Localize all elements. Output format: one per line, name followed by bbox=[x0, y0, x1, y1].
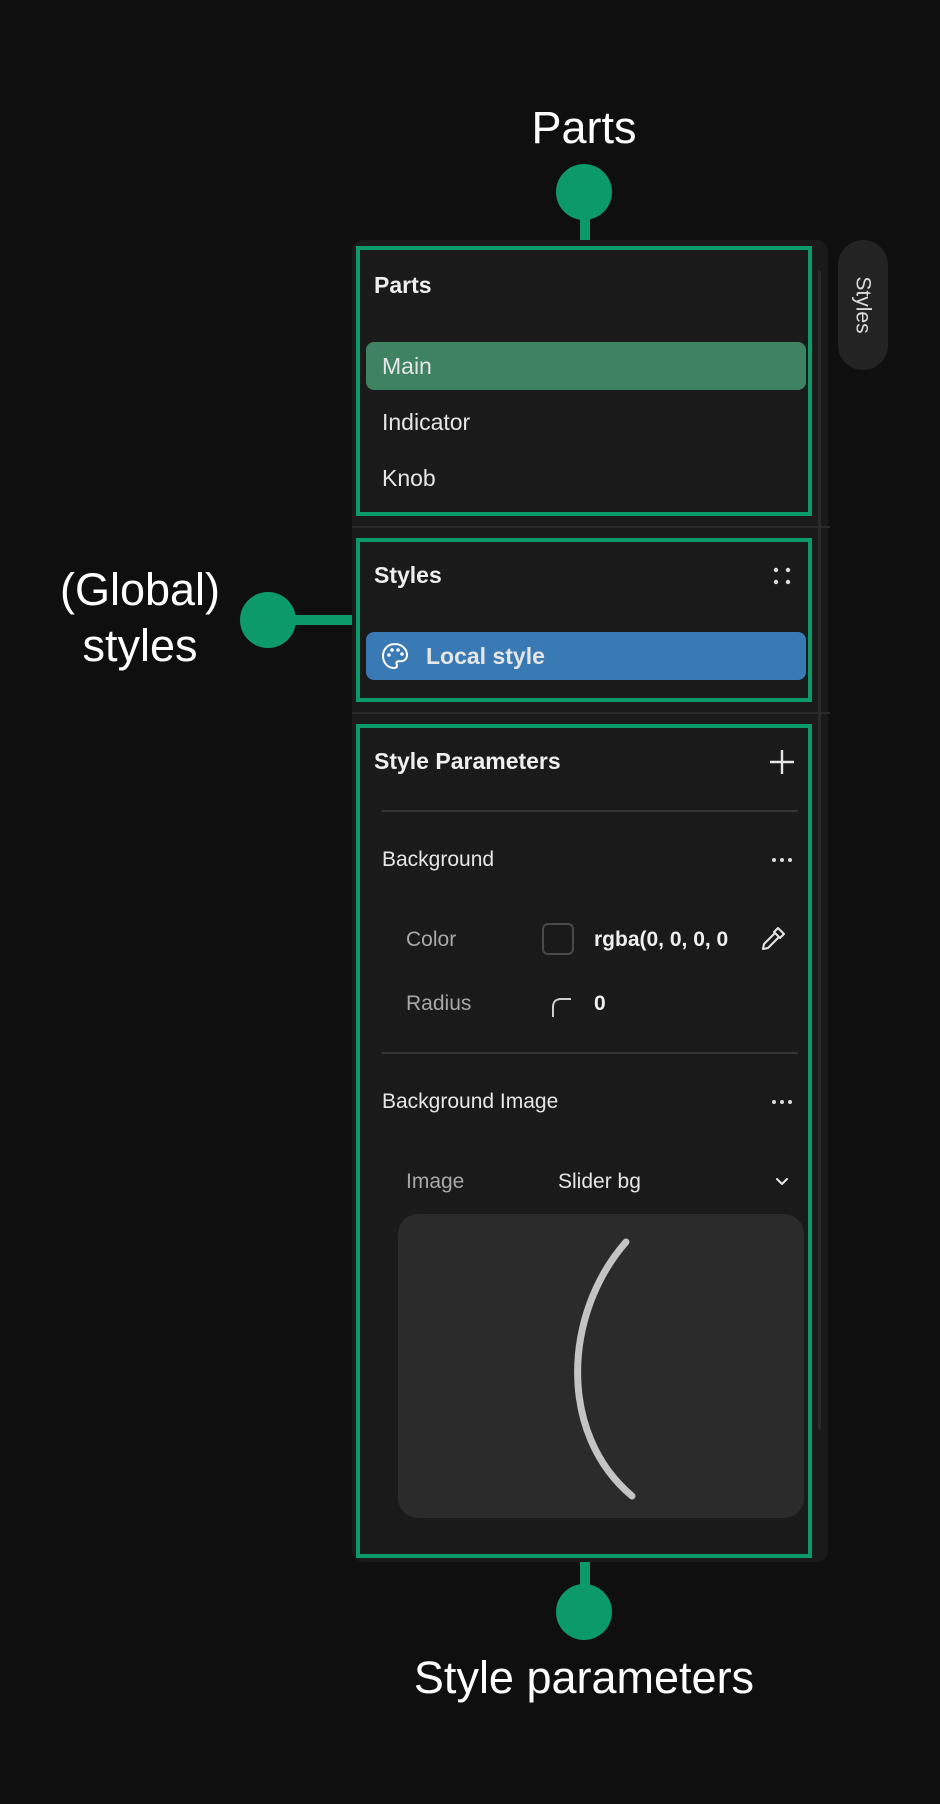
callout-parts-label: Parts bbox=[531, 102, 637, 153]
callout-global-styles-label: (Global) styles bbox=[40, 562, 240, 674]
callout-style-params-label: Style parameters bbox=[413, 1652, 755, 1703]
section-divider bbox=[352, 526, 830, 528]
callout-parts-dot bbox=[556, 164, 612, 220]
section-divider bbox=[352, 712, 830, 714]
callout-global-styles-stem bbox=[290, 615, 360, 625]
panel-scrollbar[interactable] bbox=[818, 270, 821, 1430]
callout-global-styles-line1: (Global) bbox=[59, 564, 221, 615]
parts-highlight-box bbox=[356, 246, 812, 516]
callout-style-params-dot bbox=[556, 1584, 612, 1640]
style-params-highlight-box bbox=[356, 724, 812, 1558]
callout-global-styles-line2: styles bbox=[82, 620, 198, 671]
styles-side-tab-label: Styles bbox=[852, 276, 875, 334]
styles-highlight-box bbox=[356, 538, 812, 702]
callout-global-styles-dot bbox=[240, 592, 296, 648]
styles-side-tab[interactable]: Styles bbox=[838, 240, 888, 370]
